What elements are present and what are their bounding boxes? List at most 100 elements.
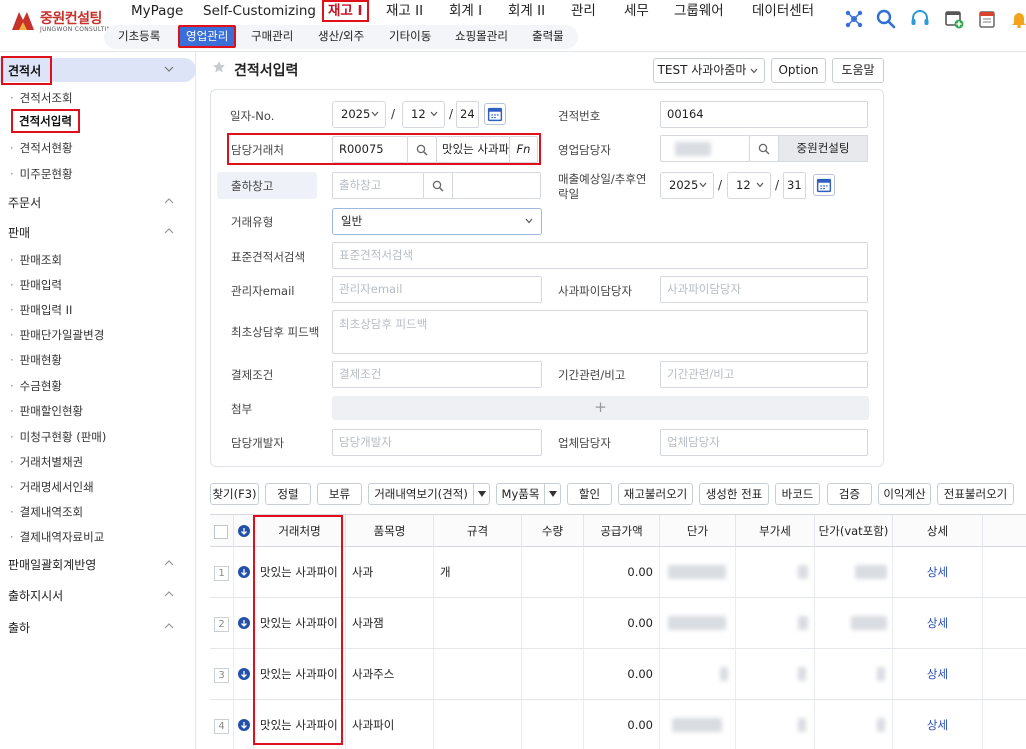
search-icon[interactable] (875, 8, 897, 30)
history-dropdown[interactable] (473, 484, 489, 504)
cell-vat[interactable] (736, 649, 815, 700)
puzzle-icon[interactable] (843, 8, 865, 30)
discount-button[interactable]: 할인 (567, 483, 612, 505)
arrow-down-circle-icon[interactable] (238, 566, 250, 578)
find-button[interactable]: 찾기(F3) (210, 483, 259, 505)
cell-supply[interactable]: 0.00 (584, 547, 660, 598)
cell-vat[interactable] (736, 700, 815, 749)
arrow-down-circle-icon[interactable] (238, 525, 250, 537)
cell-spec[interactable]: 개 (434, 547, 522, 598)
cell-qty[interactable] (522, 700, 584, 749)
arrow-down-circle-icon[interactable] (238, 668, 250, 680)
cell-item[interactable]: 사과잼 (346, 598, 434, 649)
sidebar-item-unordered[interactable]: 미주문현황 (10, 166, 73, 182)
menu-self-customizing[interactable]: Self-Customizing (203, 2, 316, 24)
submenu-print[interactable]: 출력물 (532, 27, 564, 47)
sidebar-item-payment-compare[interactable]: 결제내역자료비교 (10, 529, 105, 545)
developer-input[interactable]: 담당개발자 (332, 429, 542, 456)
arrow-down-circle-icon[interactable] (238, 617, 250, 629)
date-year-select[interactable]: 2025 (332, 101, 386, 128)
menu-accounting-1[interactable]: 회계 I (449, 2, 482, 24)
vendor-rep-input[interactable]: 업체담당자 (660, 429, 868, 456)
estimate-no-input[interactable]: 00164 (660, 101, 868, 128)
attach-add-button[interactable]: + (332, 396, 869, 420)
load-stock-button[interactable]: 재고불러오기 (618, 483, 693, 505)
sidebar-item-estimate-status[interactable]: 견적서현황 (10, 140, 73, 156)
detail-link[interactable]: 상세 (927, 565, 948, 579)
cell-unit-price[interactable] (660, 547, 736, 598)
submenu-basic[interactable]: 기초등록 (118, 27, 160, 47)
warehouse-input[interactable]: 출하창고 (332, 172, 424, 199)
submenu-purchase[interactable]: 구매관리 (251, 27, 293, 47)
period-input[interactable]: 기간관련/비고 (660, 361, 868, 388)
sales-date-day-input[interactable]: 31 (783, 172, 806, 199)
detail-link[interactable]: 상세 (927, 718, 948, 732)
grid-header-price-vat[interactable]: 단가(vat포함) (815, 515, 893, 547)
my-items-button[interactable]: My품목 (496, 483, 561, 505)
detail-link[interactable]: 상세 (927, 616, 948, 630)
customer-name-input[interactable]: 맛있는 사과파이 (436, 136, 510, 163)
headset-icon[interactable] (909, 8, 931, 30)
date-day-input[interactable]: 24 (456, 101, 479, 128)
cell-spec[interactable] (434, 598, 522, 649)
cell-unit-price[interactable] (660, 598, 736, 649)
payment-input[interactable]: 결제조건 (332, 361, 542, 388)
menu-groupware[interactable]: 그룹웨어 (674, 2, 724, 24)
feedback-textarea[interactable]: 최초상담후 피드백 (332, 310, 868, 354)
menu-tax[interactable]: 세무 (624, 2, 649, 24)
cell-vat[interactable] (736, 547, 815, 598)
cell-price-vat[interactable] (815, 598, 893, 649)
company-select[interactable]: TEST 사과아줌마 (653, 58, 765, 83)
cell-qty[interactable] (522, 649, 584, 700)
sidebar-group-shipreq[interactable]: 출하지시서 (0, 583, 196, 607)
bell-icon[interactable] (1008, 8, 1026, 30)
cell-unit-price[interactable] (660, 649, 736, 700)
cell-price-vat[interactable] (815, 649, 893, 700)
cell-detail[interactable]: 상세 (893, 598, 983, 649)
grid-header-item[interactable]: 품목명 (346, 515, 434, 547)
submenu-sales[interactable]: 영업관리 (178, 25, 237, 48)
sales-rep-name[interactable]: 중원컨설팅 (778, 135, 868, 162)
created-slip-button[interactable]: 생성한 전표 (699, 483, 769, 505)
sidebar-item-estimate-list[interactable]: 견적서조회 (10, 90, 73, 106)
trade-type-select[interactable]: 일반 (332, 208, 542, 235)
sales-date-month-select[interactable]: 12 (727, 172, 771, 199)
menu-datacenter[interactable]: 데이터센터 (752, 2, 814, 24)
cell-supply[interactable]: 0.00 (584, 649, 660, 700)
cell-supply[interactable]: 0.00 (584, 700, 660, 749)
my-items-dropdown[interactable] (544, 484, 560, 504)
grid-header-spec[interactable]: 규격 (434, 515, 522, 547)
verify-button[interactable]: 검증 (827, 483, 872, 505)
grid-header-checkbox[interactable] (210, 515, 234, 547)
sidebar-item-sales-list[interactable]: 판매조회 (10, 252, 62, 268)
cell-detail[interactable]: 상세 (893, 700, 983, 749)
detail-link[interactable]: 상세 (927, 667, 948, 681)
add-window-icon[interactable] (943, 8, 965, 30)
menu-mypage[interactable]: MyPage (131, 2, 183, 24)
sidebar-item-sales-status[interactable]: 판매현황 (10, 352, 62, 368)
manager-email-input[interactable]: 관리자email (332, 276, 542, 303)
cell-qty[interactable] (522, 547, 584, 598)
star-icon[interactable] (212, 60, 226, 74)
sidebar-group-sales[interactable]: 판매 (0, 220, 196, 244)
cell-price-vat[interactable] (815, 547, 893, 598)
date-month-select[interactable]: 12 (402, 101, 445, 128)
cell-spec[interactable] (434, 649, 522, 700)
grid-header-detail[interactable]: 상세 (893, 515, 983, 547)
submenu-production[interactable]: 생산/외주 (318, 27, 364, 47)
std-search-input[interactable]: 표준견적서검색 (332, 242, 868, 269)
load-slip-button[interactable]: 전표불러오기 (937, 483, 1014, 505)
profit-calc-button[interactable]: 이익계산 (878, 483, 931, 505)
sidebar-item-collection-status[interactable]: 수금현황 (10, 378, 62, 394)
sort-button[interactable]: 정렬 (265, 483, 311, 505)
sidebar-item-discount-status[interactable]: 판매할인현황 (10, 403, 83, 419)
customer-code-input[interactable]: R00075 (332, 136, 408, 163)
customer-fn-button[interactable]: Fn (509, 136, 538, 163)
cell-item[interactable]: 사과 (346, 547, 434, 598)
warehouse-name-input[interactable] (452, 172, 541, 199)
history-button[interactable]: 거래내역보기(견적) (368, 483, 490, 505)
sales-rep-search-button[interactable] (749, 135, 779, 162)
arrow-down-circle-icon[interactable] (238, 719, 250, 731)
sidebar-item-estimate-input[interactable]: 견적서입력 (11, 109, 80, 133)
sidebar-item-unbilled[interactable]: 미청구현황 (판매) (10, 429, 107, 445)
